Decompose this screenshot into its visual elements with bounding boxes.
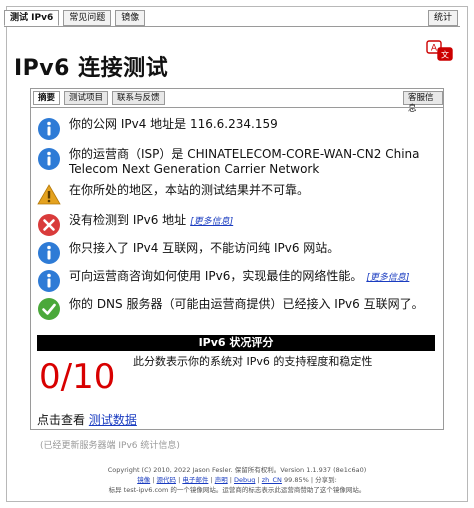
footer-mirror-note: 标异 test-ipv6.com 的一个镜像网站。运营商的标志表示此运营商赞助了… bbox=[108, 486, 366, 494]
result-text: 你的公网 IPv4 地址是 116.6.234.159 bbox=[69, 117, 278, 131]
click-prefix: 点击查看 bbox=[37, 413, 86, 427]
panel-tabs: 摘要 测试项目 联系与反馈 bbox=[33, 91, 165, 105]
footer-share: 99.85% | 分享到: bbox=[284, 476, 337, 484]
result-row: 没有检测到 IPv6 地址 [更多信息] bbox=[37, 213, 233, 237]
result-message: 可向运营商咨询如何使用 IPv6，实现最佳的网络性能。 bbox=[69, 269, 363, 283]
result-row: 可向运营商咨询如何使用 IPv6，实现最佳的网络性能。 [更多信息] bbox=[37, 269, 409, 293]
result-row: 你的公网 IPv4 地址是 116.6.234.159 bbox=[37, 117, 278, 141]
info-icon bbox=[38, 270, 60, 292]
tab-test-ipv6[interactable]: 测试 IPv6 bbox=[4, 10, 60, 26]
tab-tests[interactable]: 测试项目 bbox=[64, 91, 109, 105]
score-header: IPv6 状况评分 bbox=[37, 335, 435, 351]
result-row: 你的运营商（ISP）是 CHINATELECOM-CORE-WAN-CN2 Ch… bbox=[37, 147, 437, 177]
score-value: 0/10 bbox=[39, 357, 116, 397]
svg-text:A: A bbox=[431, 44, 438, 54]
results-panel: 摘要 测试项目 联系与反馈 客服信息 你的公网 IPv4 地址是 116.6.2… bbox=[30, 88, 444, 430]
result-text: 没有检测到 IPv6 地址 [更多信息] bbox=[69, 213, 233, 230]
footer-link-mirrors[interactable]: 镜像 bbox=[137, 476, 150, 484]
footer-link-statement[interactable]: 声明 bbox=[215, 476, 228, 484]
footer-locale-link[interactable]: zh_CN bbox=[262, 476, 282, 484]
footer-links: 镜像 | 源代码 | 电子邮件 | 声明 | Debug | zh_CN 99.… bbox=[137, 476, 337, 484]
info-icon bbox=[38, 242, 60, 264]
result-text: 可向运营商咨询如何使用 IPv6，实现最佳的网络性能。 [更多信息] bbox=[69, 269, 409, 286]
result-row: 在你所处的地区，本站的测试结果并不可靠。 bbox=[37, 183, 309, 207]
result-row: 你的 DNS 服务器（可能由运营商提供）已经接入 IPv6 互联网了。 bbox=[37, 297, 437, 321]
view-test-data: 点击查看 测试数据 bbox=[37, 411, 137, 428]
score-description: 此分数表示你的系统对 IPv6 的支持程度和稳定性 bbox=[133, 355, 373, 368]
tab-mirrors[interactable]: 镜像 bbox=[115, 10, 146, 26]
panel-divider bbox=[31, 107, 443, 108]
page-title: IPv6 连接测试 bbox=[14, 56, 169, 81]
footer-link-email[interactable]: 电子邮件 bbox=[182, 476, 208, 484]
tab-faq[interactable]: 常见问题 bbox=[63, 10, 112, 26]
top-tabs: 测试 IPv6 常见问题 镜像 bbox=[4, 10, 146, 26]
result-text: 你的运营商（ISP）是 CHINATELECOM-CORE-WAN-CN2 Ch… bbox=[69, 147, 420, 176]
check-icon bbox=[38, 298, 60, 320]
more-info-link[interactable]: [更多信息] bbox=[190, 217, 233, 227]
stats-updated-note: (已经更新服务器端 IPv6 统计信息) bbox=[40, 441, 180, 451]
info-icon bbox=[38, 148, 60, 170]
error-icon bbox=[38, 214, 60, 236]
tab-support-info[interactable]: 客服信息 bbox=[403, 91, 443, 114]
result-text: 在你所处的地区，本站的测试结果并不可靠。 bbox=[69, 183, 310, 197]
result-text: 你只接入了 IPv4 互联网，不能访问纯 IPv6 网站。 bbox=[69, 241, 340, 255]
warning-icon bbox=[37, 184, 61, 205]
tab-summary[interactable]: 摘要 bbox=[33, 91, 61, 105]
tab-stats[interactable]: 统计 bbox=[428, 10, 459, 26]
translate-icon[interactable]: A 文 bbox=[426, 40, 454, 62]
tab-divider bbox=[4, 26, 460, 27]
footer-link-debug[interactable]: Debug bbox=[234, 476, 255, 484]
more-info-link[interactable]: [更多信息] bbox=[366, 273, 409, 283]
tab-contact[interactable]: 联系与反馈 bbox=[112, 91, 165, 105]
svg-text:文: 文 bbox=[441, 50, 449, 60]
result-message: 没有检测到 IPv6 地址 bbox=[69, 213, 187, 227]
result-text: 你的 DNS 服务器（可能由运营商提供）已经接入 IPv6 互联网了。 bbox=[69, 297, 424, 311]
result-row: 你只接入了 IPv4 互联网，不能访问纯 IPv6 网站。 bbox=[37, 241, 339, 265]
footer-copyright: Copyright (C) 2010, 2022 Jason Fesler. 保… bbox=[107, 466, 367, 474]
test-data-link[interactable]: 测试数据 bbox=[89, 413, 137, 427]
info-icon bbox=[38, 118, 60, 140]
footer-link-source[interactable]: 源代码 bbox=[157, 476, 177, 484]
